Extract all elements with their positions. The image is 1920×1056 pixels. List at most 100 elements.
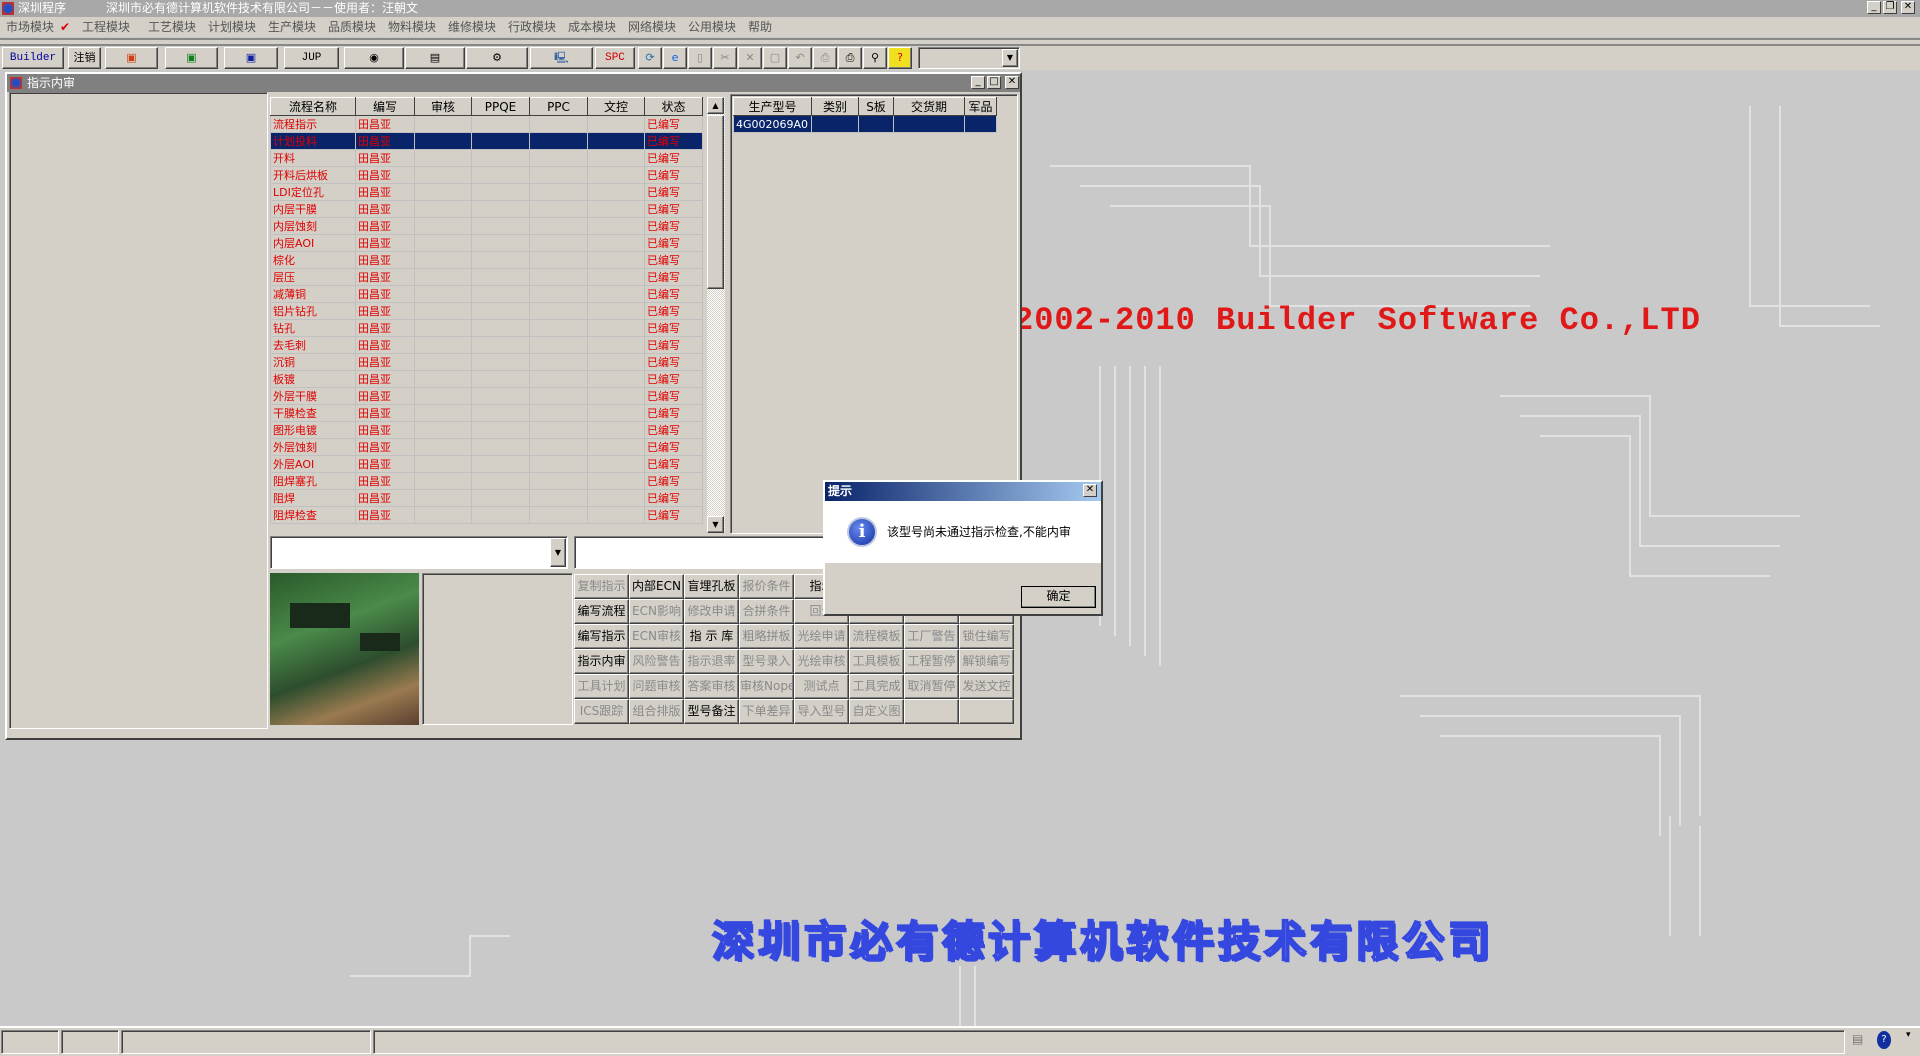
- vertical-scrollbar[interactable]: ▲ ▼: [707, 97, 725, 533]
- table-row[interactable]: 板镀 田昌亚 已编写: [270, 370, 703, 388]
- function-button[interactable]: 编写指示: [574, 624, 629, 649]
- menu-maintenance[interactable]: 维修模块: [448, 17, 496, 37]
- table-row[interactable]: 铝片钻孔 田昌亚 已编写: [270, 302, 703, 320]
- function-button[interactable]: 内部ECN: [629, 574, 684, 599]
- menu-engineering[interactable]: 工程模块: [82, 17, 130, 37]
- function-button[interactable]: 型号备注: [684, 699, 739, 724]
- function-button[interactable]: 修改申请: [684, 599, 739, 624]
- ie-icon[interactable]: e: [663, 47, 687, 69]
- function-button[interactable]: 型号录入: [739, 649, 794, 674]
- child-minimize-button[interactable]: _: [971, 76, 985, 89]
- table-row[interactable]: 沉铜 田昌亚 已编写: [270, 353, 703, 371]
- column-header[interactable]: 文控: [587, 97, 645, 116]
- table-row[interactable]: 阻焊塞孔 田昌亚 已编写: [270, 472, 703, 490]
- table-row[interactable]: 阻焊 田昌亚 已编写: [270, 489, 703, 507]
- scroll-down-button[interactable]: ▼: [707, 516, 724, 533]
- function-button[interactable]: 流程模板: [849, 624, 904, 649]
- computer-icon[interactable]: 🖳: [530, 47, 593, 69]
- child-close-button[interactable]: ✕: [1005, 76, 1019, 89]
- function-button[interactable]: 光绘审核: [794, 649, 849, 674]
- column-header[interactable]: 交货期: [893, 97, 965, 116]
- eye-icon[interactable]: ◉: [344, 47, 404, 69]
- logout-button[interactable]: 注销: [68, 47, 101, 69]
- table-row[interactable]: 干膜检查 田昌亚 已编写: [270, 404, 703, 422]
- table-row[interactable]: 棕化 田昌亚 已编写: [270, 251, 703, 269]
- function-button[interactable]: 问题审核: [629, 674, 684, 699]
- table-row[interactable]: 阻焊检查 田昌亚 已编写: [270, 506, 703, 524]
- new-icon[interactable]: ▯: [688, 47, 712, 69]
- powerpoint-icon[interactable]: ▣: [105, 47, 158, 69]
- menu-admin[interactable]: 行政模块: [508, 17, 556, 37]
- table-row[interactable]: 去毛刺 田昌亚 已编写: [270, 336, 703, 354]
- ok-button[interactable]: 确定: [1021, 586, 1096, 608]
- column-header[interactable]: 流程名称: [270, 97, 356, 116]
- dialog-close-button[interactable]: ✕: [1083, 484, 1097, 497]
- delete-icon[interactable]: ✕: [738, 47, 762, 69]
- menu-quality[interactable]: 品质模块: [328, 17, 376, 37]
- word-icon[interactable]: ▣: [224, 47, 278, 69]
- function-button[interactable]: 指示退率: [684, 649, 739, 674]
- flow-combo[interactable]: ▼: [270, 536, 568, 569]
- menu-cost[interactable]: 成本模块: [568, 17, 616, 37]
- column-header[interactable]: S板: [858, 97, 894, 116]
- function-button[interactable]: 光绘申请: [794, 624, 849, 649]
- function-button[interactable]: 工具模板: [849, 649, 904, 674]
- table-row[interactable]: 计划投料 田昌亚 已编写: [270, 132, 703, 150]
- menu-market[interactable]: 市场模块: [6, 17, 54, 37]
- chevron-down-icon[interactable]: ▼: [550, 538, 566, 567]
- column-header[interactable]: 审核: [414, 97, 472, 116]
- function-button[interactable]: 报价条件: [739, 574, 794, 599]
- function-button[interactable]: 指 示 库: [684, 624, 739, 649]
- function-button[interactable]: 锁住编写: [959, 624, 1014, 649]
- table-row[interactable]: 开料后烘板 田昌亚 已编写: [270, 166, 703, 184]
- undo-icon[interactable]: ↶: [788, 47, 812, 69]
- menu-network[interactable]: 网络模块: [628, 17, 676, 37]
- function-button[interactable]: 指示内审: [574, 649, 629, 674]
- network-icon[interactable]: ⚙: [466, 47, 528, 69]
- column-header[interactable]: 类别: [811, 97, 859, 116]
- function-button[interactable]: 测试点: [794, 674, 849, 699]
- table-row[interactable]: 图形电镀 田昌亚 已编写: [270, 421, 703, 439]
- function-button[interactable]: ECN审核: [629, 624, 684, 649]
- column-header[interactable]: 生产型号: [733, 97, 812, 116]
- child-maximize-button[interactable]: □: [987, 76, 1001, 89]
- table-row[interactable]: 开料 田昌亚 已编写: [270, 149, 703, 167]
- function-button[interactable]: 工具完成: [849, 674, 904, 699]
- function-button[interactable]: 合拼条件: [739, 599, 794, 624]
- table-row[interactable]: 4G002069A0: [733, 115, 997, 133]
- table-row[interactable]: 内层蚀刻 田昌亚 已编写: [270, 217, 703, 235]
- save-icon[interactable]: ▢: [763, 47, 787, 69]
- close-button[interactable]: ✕: [1901, 1, 1915, 14]
- column-header[interactable]: 编写: [355, 97, 415, 116]
- scroll-up-button[interactable]: ▲: [707, 97, 724, 114]
- function-button[interactable]: 工具计划: [574, 674, 629, 699]
- cut-icon[interactable]: ✂: [713, 47, 737, 69]
- preview-icon[interactable]: ⎙: [813, 47, 837, 69]
- function-button[interactable]: [904, 699, 959, 724]
- function-button[interactable]: ECN影响: [629, 599, 684, 624]
- function-button[interactable]: 下单差异: [739, 699, 794, 724]
- table-row[interactable]: 内层AOI 田昌亚 已编写: [270, 234, 703, 252]
- restore-button[interactable]: ❐: [1883, 1, 1897, 14]
- function-button[interactable]: 编写流程: [574, 599, 629, 624]
- menu-material[interactable]: 物料模块: [388, 17, 436, 37]
- table-row[interactable]: 钻孔 田昌亚 已编写: [270, 319, 703, 337]
- function-button[interactable]: 工厂警告: [904, 624, 959, 649]
- function-button[interactable]: [959, 699, 1014, 724]
- function-button[interactable]: 导入型号: [794, 699, 849, 724]
- table-row[interactable]: 外层AOI 田昌亚 已编写: [270, 455, 703, 473]
- builder-button[interactable]: Builder: [2, 47, 64, 69]
- menu-process[interactable]: 工艺模块: [148, 17, 196, 37]
- table-row[interactable]: 减薄铜 田昌亚 已编写: [270, 285, 703, 303]
- table-row[interactable]: 外层蚀刻 田昌亚 已编写: [270, 438, 703, 456]
- function-button[interactable]: 答案审核: [684, 674, 739, 699]
- table-row[interactable]: 流程指示 田昌亚 已编写: [270, 115, 703, 133]
- toolbar-combo[interactable]: ▼: [918, 47, 1020, 69]
- column-header[interactable]: PPQE: [471, 97, 530, 116]
- excel-icon[interactable]: ▣: [165, 47, 218, 69]
- function-button[interactable]: 工程暂停: [904, 649, 959, 674]
- chevron-down-icon[interactable]: ▼: [1002, 49, 1018, 67]
- menu-plan[interactable]: 计划模块: [208, 17, 256, 37]
- function-button[interactable]: 风险警告: [629, 649, 684, 674]
- function-button[interactable]: 解锁编写: [959, 649, 1014, 674]
